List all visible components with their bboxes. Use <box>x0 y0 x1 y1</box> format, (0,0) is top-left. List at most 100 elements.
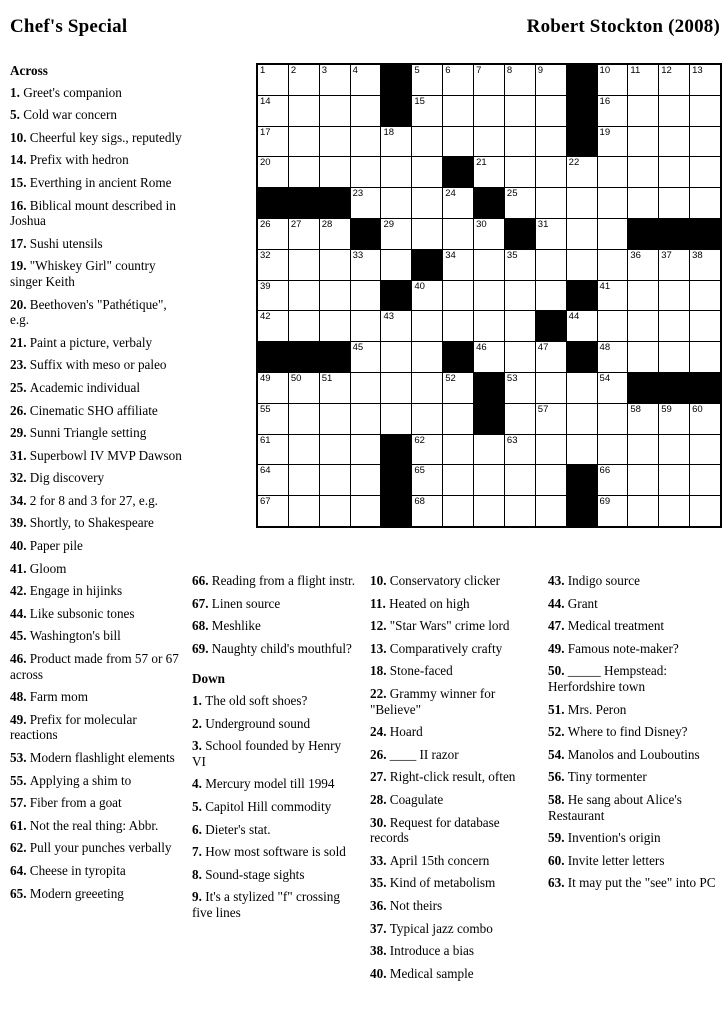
down-clue-number: 12. <box>370 618 390 634</box>
across-clue[interactable]: 21. Paint a picture, verbaly <box>10 335 182 351</box>
across-clue[interactable]: 15. Everthing in ancient Rome <box>10 175 182 191</box>
across-clue[interactable]: 41. Gloom <box>10 561 182 577</box>
down-clue[interactable]: 49. Famous note-maker? <box>548 641 724 657</box>
clue-column-4: 43. Indigo source 44. Grant 47. Medical tr… <box>548 573 724 898</box>
down-clue[interactable]: 52. Where to find Disney? <box>548 724 724 740</box>
across-clue-number: 45. <box>10 628 30 644</box>
across-clue[interactable]: 42. Engage in hijinks <box>10 583 182 599</box>
down-clue[interactable]: 10. Conservatory clicker <box>370 573 533 589</box>
across-clue[interactable]: 40. Paper pile <box>10 538 182 554</box>
down-clue[interactable]: 28. Coagulate <box>370 792 533 808</box>
down-clue[interactable]: 11. Heated on high <box>370 596 533 612</box>
down-clue[interactable]: 30. Request for database records <box>370 815 533 846</box>
across-clue-number: 21. <box>10 334 30 350</box>
down-clue-text: Coagulate <box>389 791 444 807</box>
across-clue[interactable]: 62. Pull your punches verbally <box>10 840 182 856</box>
down-clue[interactable]: 58. He sang about Alice's Restaurant <box>548 792 724 823</box>
across-clue[interactable]: 68. Meshlike <box>192 618 355 634</box>
down-clue[interactable]: 5. Capitol Hill commodity <box>192 799 355 815</box>
down-clue[interactable]: 60. Invite letter letters <box>548 853 724 869</box>
across-clue[interactable]: 46. Product made from 57 or 67 across <box>10 651 182 682</box>
across-clue-text: Linen source <box>211 595 281 611</box>
down-clue[interactable]: 3. School founded by Henry VI <box>192 738 355 769</box>
down-clue-text: Underground sound <box>205 715 311 731</box>
across-clue-text: Shortly, to Shakespeare <box>29 515 154 531</box>
across-clue[interactable]: 34. 2 for 8 and 3 for 27, e.g. <box>10 493 182 509</box>
across-clue[interactable]: 19. "Whiskey Girl" country singer Keith <box>10 258 182 289</box>
down-clue-text: Sound-stage sights <box>205 866 305 882</box>
down-clue[interactable]: 38. Introduce a bias <box>370 943 533 959</box>
across-clue[interactable]: 69. Naughty child's mouthful? <box>192 641 355 657</box>
down-clue[interactable]: 9. It's a stylized "f" crossing five lin… <box>192 889 355 920</box>
down-clue[interactable]: 40. Medical sample <box>370 966 533 982</box>
down-clue-text: ____ II razor <box>389 746 459 762</box>
down-clue[interactable]: 4. Mercury model till 1994 <box>192 776 355 792</box>
across-clue[interactable]: 61. Not the real thing: Abbr. <box>10 818 182 834</box>
across-clue-text: "Whiskey Girl" country singer Keith <box>10 258 156 289</box>
across-clue[interactable]: 64. Cheese in tyropita <box>10 863 182 879</box>
across-clue[interactable]: 23. Suffix with meso or paleo <box>10 357 182 373</box>
down-clue[interactable]: 13. Comparatively crafty <box>370 641 533 657</box>
across-clue[interactable]: 31. Superbowl IV MVP Dawson <box>10 448 182 464</box>
across-clue[interactable]: 67. Linen source <box>192 596 355 612</box>
across-clue-number: 68. <box>192 618 212 634</box>
across-clue[interactable]: 55. Applying a shim to <box>10 773 182 789</box>
down-clue[interactable]: 56. Tiny tormenter <box>548 769 724 785</box>
across-clue[interactable]: 53. Modern flashlight elements <box>10 750 182 766</box>
down-clue[interactable]: 43. Indigo source <box>548 573 724 589</box>
across-clue[interactable]: 48. Farm mom <box>10 689 182 705</box>
down-clue-number: 54. <box>548 746 568 762</box>
down-clue-number: 47. <box>548 618 568 634</box>
down-clue-number: 27. <box>370 769 390 785</box>
down-clue[interactable]: 50. _____ Hempstead: Herfordshire town <box>548 663 724 694</box>
across-clue-text: Biblical mount described in Joshua <box>10 197 176 229</box>
down-clue[interactable]: 54. Manolos and Louboutins <box>548 747 724 763</box>
across-clue[interactable]: 65. Modern greeeting <box>10 886 182 902</box>
down-clue[interactable]: 2. Underground sound <box>192 716 355 732</box>
across-clue[interactable]: 10. Cheerful key sigs., reputedly <box>10 130 182 146</box>
down-clue-text: Medical treatment <box>567 618 665 634</box>
down-clue[interactable]: 7. How most software is sold <box>192 844 355 860</box>
down-clue[interactable]: 22. Grammy winner for "Believe" <box>370 686 533 717</box>
down-clue[interactable]: 51. Mrs. Peron <box>548 702 724 718</box>
across-clue[interactable]: 49. Prefix for molecular reactions <box>10 712 182 743</box>
down-clue[interactable]: 36. Not theirs <box>370 898 533 914</box>
down-clue[interactable]: 63. It may put the "see" into PC <box>548 875 724 891</box>
across-clue[interactable]: 44. Like subsonic tones <box>10 606 182 622</box>
down-clue[interactable]: 24. Hoard <box>370 724 533 740</box>
down-clue-list-part2: 10. Conservatory clicker 11. Heated on hi… <box>370 573 533 981</box>
down-clue[interactable]: 47. Medical treatment <box>548 618 724 634</box>
across-clue[interactable]: 57. Fiber from a goat <box>10 795 182 811</box>
down-clue[interactable]: 1. The old soft shoes? <box>192 693 355 709</box>
across-clue-number: 10. <box>10 129 30 145</box>
down-clue[interactable]: 8. Sound-stage sights <box>192 867 355 883</box>
down-clue[interactable]: 59. Invention's origin <box>548 830 724 846</box>
down-clue[interactable]: 26. ____ II razor <box>370 747 533 763</box>
across-clue[interactable]: 14. Prefix with hedron <box>10 152 182 168</box>
down-clue[interactable]: 12. "Star Wars" crime lord <box>370 618 533 634</box>
across-clue[interactable]: 26. Cinematic SHO affiliate <box>10 403 182 419</box>
down-clue[interactable]: 27. Right-click result, often <box>370 769 533 785</box>
across-clue[interactable]: 29. Sunni Triangle setting <box>10 425 182 441</box>
down-clue[interactable]: 37. Typical jazz combo <box>370 921 533 937</box>
across-clue[interactable]: 17. Sushi utensils <box>10 236 182 252</box>
across-clue[interactable]: 1. Greet's companion <box>10 85 182 101</box>
down-clue[interactable]: 6. Dieter's stat. <box>192 822 355 838</box>
down-clue[interactable]: 33. April 15th concern <box>370 853 533 869</box>
down-clue-number: 26. <box>370 746 390 762</box>
across-clue[interactable]: 45. Washington's bill <box>10 628 182 644</box>
down-clue-number: 3. <box>192 738 206 754</box>
down-clue[interactable]: 44. Grant <box>548 596 724 612</box>
across-clue[interactable]: 16. Biblical mount described in Joshua <box>10 198 182 229</box>
down-clue-number: 18. <box>370 663 390 679</box>
across-clue[interactable]: 66. Reading from a flight instr. <box>192 573 355 589</box>
across-clue[interactable]: 20. Beethoven's "Pathétique", e.g. <box>10 297 182 328</box>
down-clue-number: 5. <box>192 798 206 814</box>
across-clue[interactable]: 25. Academic individual <box>10 380 182 396</box>
down-clue[interactable]: 35. Kind of metabolism <box>370 875 533 891</box>
across-clue[interactable]: 32. Dig discovery <box>10 470 182 486</box>
down-heading: Down <box>192 671 225 687</box>
across-clue[interactable]: 39. Shortly, to Shakespeare <box>10 515 182 531</box>
down-clue[interactable]: 18. Stone-faced <box>370 663 533 679</box>
across-clue[interactable]: 5. Cold war concern <box>10 107 182 123</box>
